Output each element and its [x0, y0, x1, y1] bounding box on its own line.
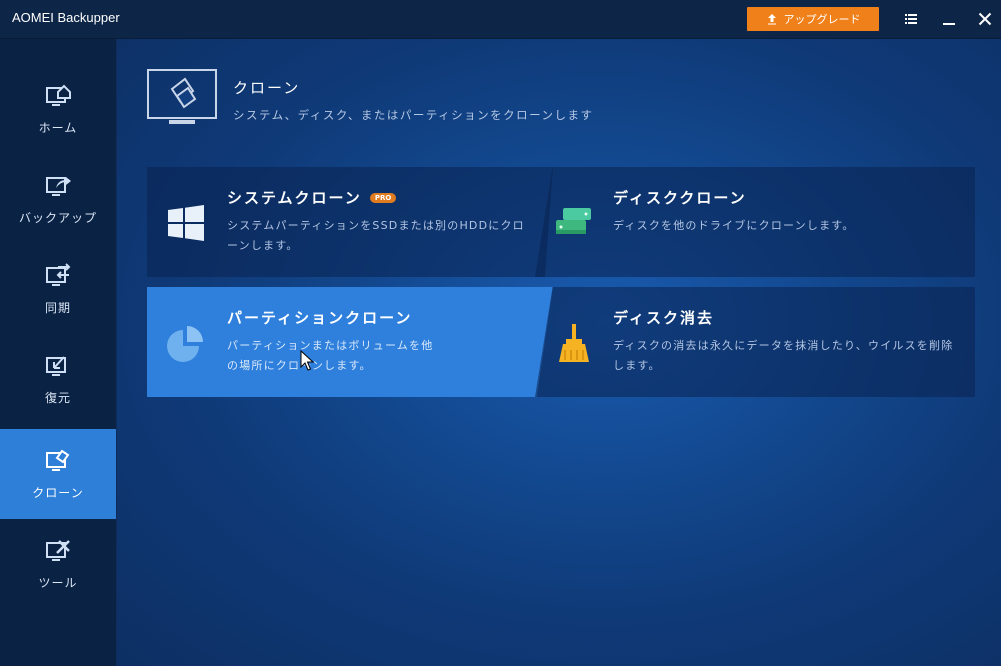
sidebar-item-label: 同期 — [44, 300, 71, 315]
broom-icon — [559, 324, 589, 362]
sidebar-item-backup[interactable]: バックアップ — [0, 154, 116, 244]
system-clone-title: システムクローン — [227, 189, 362, 207]
app-title: AOMEI Backupper — [12, 10, 120, 25]
close-icon — [978, 12, 992, 26]
sidebar-item-label: バックアップ — [18, 210, 97, 225]
tools-monitor-icon — [46, 539, 70, 561]
backup-monitor-icon — [46, 176, 71, 196]
disk-wipe-title: ディスク消去 — [613, 309, 714, 327]
sidebar-item-label: 復元 — [44, 390, 71, 405]
minimize-icon — [943, 23, 955, 25]
disk-wipe-card[interactable]: ディスク消去 ディスクの消去は永久にデータを抹消したり、ウイルスを削除します。 — [535, 287, 975, 397]
sidebar-item-label: クローン — [32, 485, 84, 500]
sidebar-item-label: ホーム — [38, 120, 78, 135]
page-subtitle: システム、ディスク、またはパーティションをクローンします — [233, 108, 594, 122]
restore-monitor-icon — [46, 355, 66, 376]
upgrade-label: アップグレード — [783, 13, 861, 26]
partition-clone-title: パーティションクローン — [227, 309, 413, 327]
windows-logo-icon — [168, 205, 204, 241]
sidebar: ホーム バックアップ 同期 復元 クローン ツール — [0, 39, 116, 666]
sidebar-item-tools[interactable]: ツール — [0, 519, 116, 609]
clone-monitor-header-icon — [147, 69, 217, 124]
title-bar: AOMEI Backupper アップグレード — [0, 0, 1001, 39]
mouse-cursor-icon — [300, 350, 314, 371]
pie-partition-icon — [167, 326, 203, 362]
home-monitor-icon — [46, 84, 71, 106]
disk-clone-title: ディスククローン — [613, 189, 747, 207]
disk-drives-icon — [556, 208, 591, 234]
sidebar-item-label: ツール — [38, 575, 78, 590]
partition-clone-card[interactable]: パーティションクローン パーティションまたはボリュームを他の場所にクローンします… — [147, 287, 553, 397]
disk-clone-card[interactable]: ディスククローン ディスクを他のドライブにクローンします。 — [535, 167, 975, 277]
main-panel: クローン システム、ディスク、またはパーティションをクローンします システムクロ… — [117, 39, 1001, 666]
sync-monitor-icon — [46, 262, 71, 286]
system-clone-card[interactable]: システムクローン PRO システムパーティションをSSDまたは別のHDDにクロー… — [147, 167, 553, 277]
system-clone-desc: システムパーティションをSSDまたは別のHDDにクローンします。 — [227, 219, 525, 252]
upgrade-button[interactable]: アップグレード — [747, 7, 879, 31]
clone-monitor-icon — [46, 449, 70, 471]
sidebar-item-sync[interactable]: 同期 — [0, 244, 116, 334]
sidebar-item-restore[interactable]: 復元 — [0, 334, 116, 424]
disk-clone-desc: ディスクを他のドライブにクローンします。 — [613, 219, 855, 232]
partition-clone-desc: パーティションまたはボリュームを他の場所にクローンします。 — [227, 339, 434, 372]
close-button[interactable] — [972, 7, 998, 31]
minimize-button[interactable] — [936, 7, 962, 31]
pro-badge: PRO — [369, 192, 397, 203]
upgrade-arrow-icon — [767, 14, 776, 25]
list-menu-icon — [905, 14, 917, 24]
page-title: クローン — [233, 79, 301, 97]
disk-wipe-desc: ディスクの消去は永久にデータを抹消したり、ウイルスを削除します。 — [613, 339, 954, 372]
sidebar-item-clone[interactable]: クローン — [0, 429, 116, 519]
sidebar-item-home[interactable]: ホーム — [0, 64, 116, 154]
menu-button[interactable] — [898, 7, 924, 31]
